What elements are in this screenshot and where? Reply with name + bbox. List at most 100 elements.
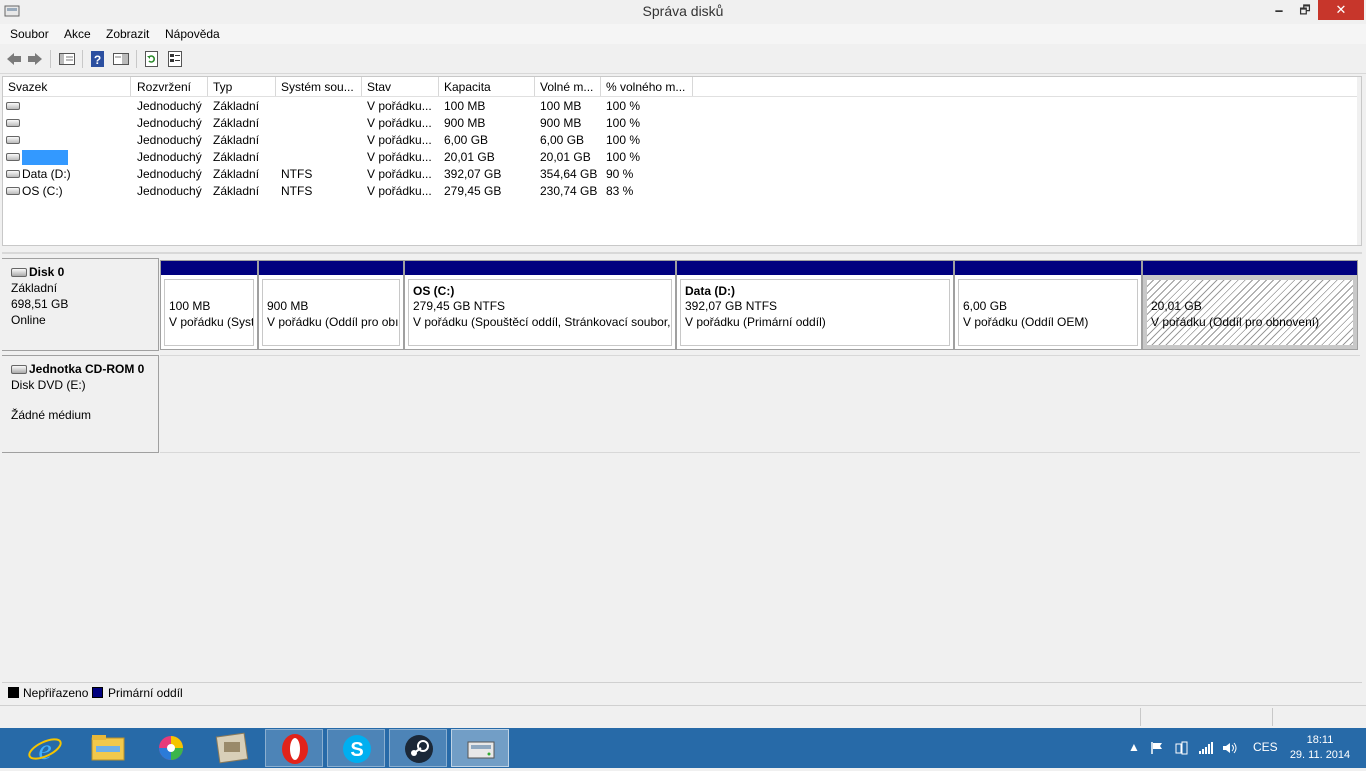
taskbar: e S ▲ CES 18:11 29. 11. 2014 <box>0 728 1366 768</box>
menu-akce[interactable]: Akce <box>64 27 91 41</box>
volume-cell-pct: 90 % <box>606 167 634 181</box>
taskbar-skype[interactable]: S <box>327 729 385 767</box>
svg-text:S: S <box>350 739 363 761</box>
partition-name: OS (C:) <box>413 284 455 298</box>
back-arrow-icon[interactable] <box>5 50 23 68</box>
window-title: Správa disků <box>642 3 724 19</box>
menu-soubor[interactable]: Soubor <box>10 27 49 41</box>
volume-cell-type: Základní <box>213 184 260 198</box>
volume-cell-capacity: 20,01 GB <box>444 150 495 164</box>
partition-block[interactable]: Data (D:) 392,07 GB NTFS V pořádku (Primár… <box>676 260 954 350</box>
volume-cell-layout: Jednoduchý <box>137 99 202 113</box>
taskbar-opera[interactable] <box>265 729 323 767</box>
forward-arrow-icon[interactable] <box>26 50 44 68</box>
action-center-flag-icon[interactable] <box>1150 741 1164 755</box>
close-button[interactable]: ✕ <box>1318 0 1364 20</box>
minimize-button[interactable]: 🗕 <box>1266 0 1292 20</box>
cdrom0-label[interactable]: Jednotka CD-ROM 0 Disk DVD (E:) Žádné mé… <box>2 355 159 453</box>
status-bar <box>0 705 1366 727</box>
taskbar-color-app[interactable] <box>142 729 200 767</box>
volume-row[interactable]: OS (C:) Jednoduchý Základní NTFS V pořádku..… <box>3 183 1361 200</box>
column-header-svazek[interactable]: Svazek <box>3 77 131 96</box>
maximize-button[interactable]: 🗗 <box>1292 0 1318 20</box>
taskbar-disk-management[interactable] <box>451 729 509 767</box>
input-language[interactable]: CES <box>1253 740 1278 754</box>
volume-cell-layout: Jednoduchý <box>137 150 202 164</box>
column-header-stav[interactable]: Stav <box>362 77 439 96</box>
list-scrollbar[interactable] <box>1357 77 1361 245</box>
status-segment <box>1140 708 1141 726</box>
properties-icon[interactable] <box>166 50 184 68</box>
partition-details: Data (D:) 392,07 GB NTFS V pořádku (Primár… <box>680 279 950 346</box>
volume-row[interactable]: Jednoduchý Základní V pořádku... 20,01 GB 20… <box>3 149 1361 166</box>
hard-disk-icon <box>11 268 27 278</box>
color-wheel-app-icon <box>159 736 183 760</box>
volume-drive-icon <box>6 187 20 195</box>
console-tree-icon[interactable] <box>58 50 76 68</box>
volume-cell-status: V pořádku... <box>367 133 432 147</box>
disk-management-icon <box>467 741 495 759</box>
partition-block[interactable]: 900 MB V pořádku (Oddíl pro obı <box>258 260 404 350</box>
toolbar-separator <box>82 50 83 68</box>
partition-size: 20,01 GB <box>1151 299 1202 313</box>
partition-status: V pořádku (Oddíl pro obı <box>267 315 399 329</box>
column-header-procento-volneho[interactable]: % volného m... <box>601 77 693 96</box>
refresh-icon[interactable] <box>143 50 161 68</box>
partition-size: 6,00 GB <box>963 299 1008 313</box>
partition-block[interactable]: 6,00 GB V pořádku (Oddíl OEM) <box>954 260 1142 350</box>
volume-row[interactable]: Jednoduchý Základní V pořádku... 100 MB 100 … <box>3 98 1361 115</box>
volume-cell-fs: NTFS <box>281 184 313 198</box>
show-pane-icon[interactable] <box>112 50 130 68</box>
disk0-status: Online <box>11 313 46 327</box>
volume-cell-status: V pořádku... <box>367 116 432 130</box>
taskbar-steam[interactable] <box>389 729 447 767</box>
pane-splitter[interactable] <box>2 252 1362 254</box>
volume-cell-type: Základní <box>213 150 260 164</box>
disk0-label[interactable]: Disk 0 Základní 698,51 GB Online <box>2 258 159 351</box>
toolbar: ? <box>0 44 1366 74</box>
disk0-partitions: 100 MB V pořádku (Syst 900 MB V pořádku (Od… <box>160 260 1358 350</box>
volume-cell-pct: 100 % <box>606 133 641 147</box>
volume-speaker-icon[interactable] <box>1222 741 1238 755</box>
partition-block[interactable]: OS (C:) 279,45 GB NTFS V pořádku (Spouštěc… <box>404 260 676 350</box>
legend-label-primary: Primární oddíl <box>108 686 183 700</box>
legend-label-unallocated: Nepřiřazeno <box>23 686 89 700</box>
menu-napoveda[interactable]: Nápověda <box>165 27 220 41</box>
partition-status: V pořádku (Syst <box>169 315 254 329</box>
volume-cell-capacity: 6,00 GB <box>444 133 489 147</box>
clock[interactable]: 18:11 29. 11. 2014 <box>1280 733 1360 763</box>
volume-row[interactable]: Jednoduchý Základní V pořádku... 900 MB 900 … <box>3 115 1361 132</box>
partition-details: 900 MB V pořádku (Oddíl pro obı <box>262 279 400 346</box>
volume-cell-type: Základní <box>213 116 260 130</box>
column-header-rozvrzeni[interactable]: Rozvržení <box>132 77 208 96</box>
column-header-kapacita[interactable]: Kapacita <box>439 77 535 96</box>
partition-status: V pořádku (Oddíl OEM) <box>963 315 1089 329</box>
volume-row[interactable]: Jednoduchý Základní V pořádku... 6,00 GB 6,0… <box>3 132 1361 149</box>
disk0-size: 698,51 GB <box>11 297 69 311</box>
partition-type-bar <box>259 261 403 275</box>
partition-type-bar <box>1143 261 1357 275</box>
column-header-system-souboru[interactable]: Systém sou... <box>276 77 362 96</box>
partition-details: 6,00 GB V pořádku (Oddíl OEM) <box>958 279 1138 346</box>
network-signal-icon[interactable] <box>1198 741 1214 755</box>
partition-block[interactable]: 100 MB V pořádku (Syst <box>160 260 258 350</box>
svg-text:e: e <box>38 733 51 766</box>
volume-cell-free: 20,01 GB <box>540 150 591 164</box>
volume-name: Data (D:) <box>22 167 71 181</box>
volume-row[interactable]: Data (D:) Jednoduchý Základní NTFS V pořádku… <box>3 166 1361 183</box>
taskbar-file-explorer[interactable] <box>79 729 137 767</box>
legend: Nepřiřazeno Primární oddíl <box>2 682 1362 702</box>
column-header-volne-misto[interactable]: Volné m... <box>535 77 601 96</box>
column-header-typ[interactable]: Typ <box>208 77 276 96</box>
show-hidden-icons[interactable]: ▲ <box>1128 740 1140 754</box>
help-icon[interactable]: ? <box>89 50 107 68</box>
volume-cell-type: Základní <box>213 167 260 181</box>
menu-zobrazit[interactable]: Zobrazit <box>106 27 149 41</box>
volume-drive-icon <box>6 119 20 127</box>
partition-block[interactable]: 20,01 GB V pořádku (Oddíl pro obnovení) <box>1142 260 1358 350</box>
legend-swatch-primary <box>92 687 103 698</box>
taskbar-control-panel[interactable] <box>203 729 261 767</box>
toolbar-separator <box>136 50 137 68</box>
power-plug-icon[interactable] <box>1173 740 1189 756</box>
taskbar-internet-explorer[interactable]: e <box>16 729 74 767</box>
